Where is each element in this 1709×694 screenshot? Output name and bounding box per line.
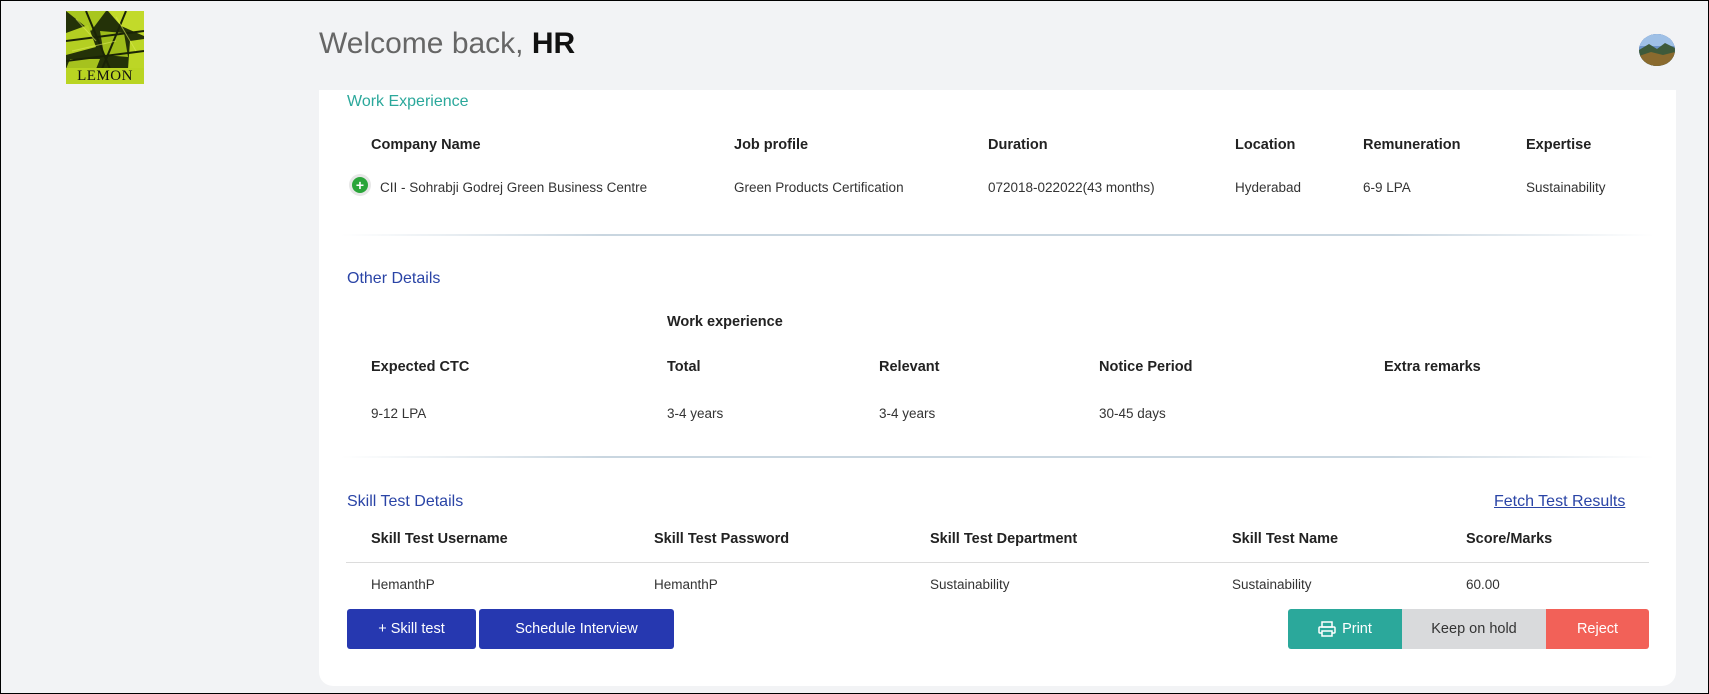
work-duration-cell: 072018-022022(43 months) [988, 180, 1155, 195]
skill-password-cell: HemanthP [654, 577, 718, 592]
logo-text: LEMON [66, 68, 144, 84]
col-skill-test-department: Skill Test Department [930, 531, 1078, 547]
score-marks-cell: 60.00 [1466, 577, 1500, 592]
table-header-rule [346, 562, 1649, 563]
col-skill-test-name: Skill Test Name [1232, 531, 1339, 547]
expected-ctc-value: 9-12 LPA [371, 406, 427, 421]
work-company-cell: CII - Sohrabji Godrej Green Business Cen… [380, 180, 648, 195]
lemon-logo[interactable]: LEMON [66, 11, 144, 84]
plus-circle-icon: + [352, 177, 368, 193]
col-total: Total [667, 359, 701, 375]
notice-period-value: 30-45 days [1099, 406, 1166, 421]
col-expertise: Expertise [1526, 137, 1592, 153]
fetch-test-results-link[interactable]: Fetch Test Results [1494, 493, 1625, 511]
schedule-interview-button[interactable]: Schedule Interview [479, 609, 674, 649]
work-experience-group-label: Work experience [667, 314, 783, 330]
col-skill-test-username: Skill Test Username [371, 531, 508, 547]
work-location-cell: Hyderabad [1235, 180, 1302, 195]
app-frame: LEMON Welcome back, HR Work Experience C… [0, 0, 1709, 694]
col-skill-test-password: Skill Test Password [654, 531, 790, 547]
col-extra-remarks: Extra remarks [1384, 359, 1481, 375]
skill-department-cell: Sustainability [930, 577, 1010, 592]
user-avatar[interactable] [1639, 34, 1675, 66]
work-expertise-cell: Sustainability [1526, 180, 1606, 195]
col-location: Location [1235, 137, 1296, 153]
col-relevant: Relevant [879, 359, 940, 375]
skill-name-cell: Sustainability [1232, 577, 1312, 592]
other-details-title: Other Details [347, 270, 441, 287]
relevant-experience-value: 3-4 years [879, 406, 936, 421]
print-button[interactable]: Print [1288, 609, 1402, 649]
welcome-heading: Welcome back, HR [319, 27, 575, 61]
col-job-profile: Job profile [734, 137, 809, 153]
section-divider [341, 456, 1654, 458]
col-notice-period: Notice Period [1099, 359, 1193, 375]
col-expected-ctc: Expected CTC [371, 359, 470, 375]
work-experience-title: Work Experience [347, 93, 469, 110]
skill-test-title: Skill Test Details [347, 493, 464, 510]
expand-row-button[interactable]: + [349, 174, 371, 196]
printer-icon [1318, 621, 1336, 637]
reject-button[interactable]: Reject [1546, 609, 1649, 649]
col-company-name: Company Name [371, 137, 481, 153]
col-score-marks: Score/Marks [1466, 531, 1553, 547]
work-job-profile-cell: Green Products Certification [734, 180, 904, 195]
col-duration: Duration [988, 137, 1048, 153]
welcome-prefix: Welcome back, [319, 27, 524, 60]
col-remuneration: Remuneration [1363, 137, 1461, 153]
add-skill-test-button[interactable]: + Skill test [347, 609, 476, 649]
work-remuneration-cell: 6-9 LPA [1363, 180, 1411, 195]
user-name: HR [531, 27, 576, 60]
skill-username-cell: HemanthP [371, 577, 435, 592]
keep-on-hold-button[interactable]: Keep on hold [1402, 609, 1546, 649]
section-divider [341, 234, 1654, 236]
candidate-details-card: Work Experience Company Name Job profile… [319, 90, 1676, 686]
print-label: Print [1342, 621, 1372, 637]
total-experience-value: 3-4 years [667, 406, 724, 421]
